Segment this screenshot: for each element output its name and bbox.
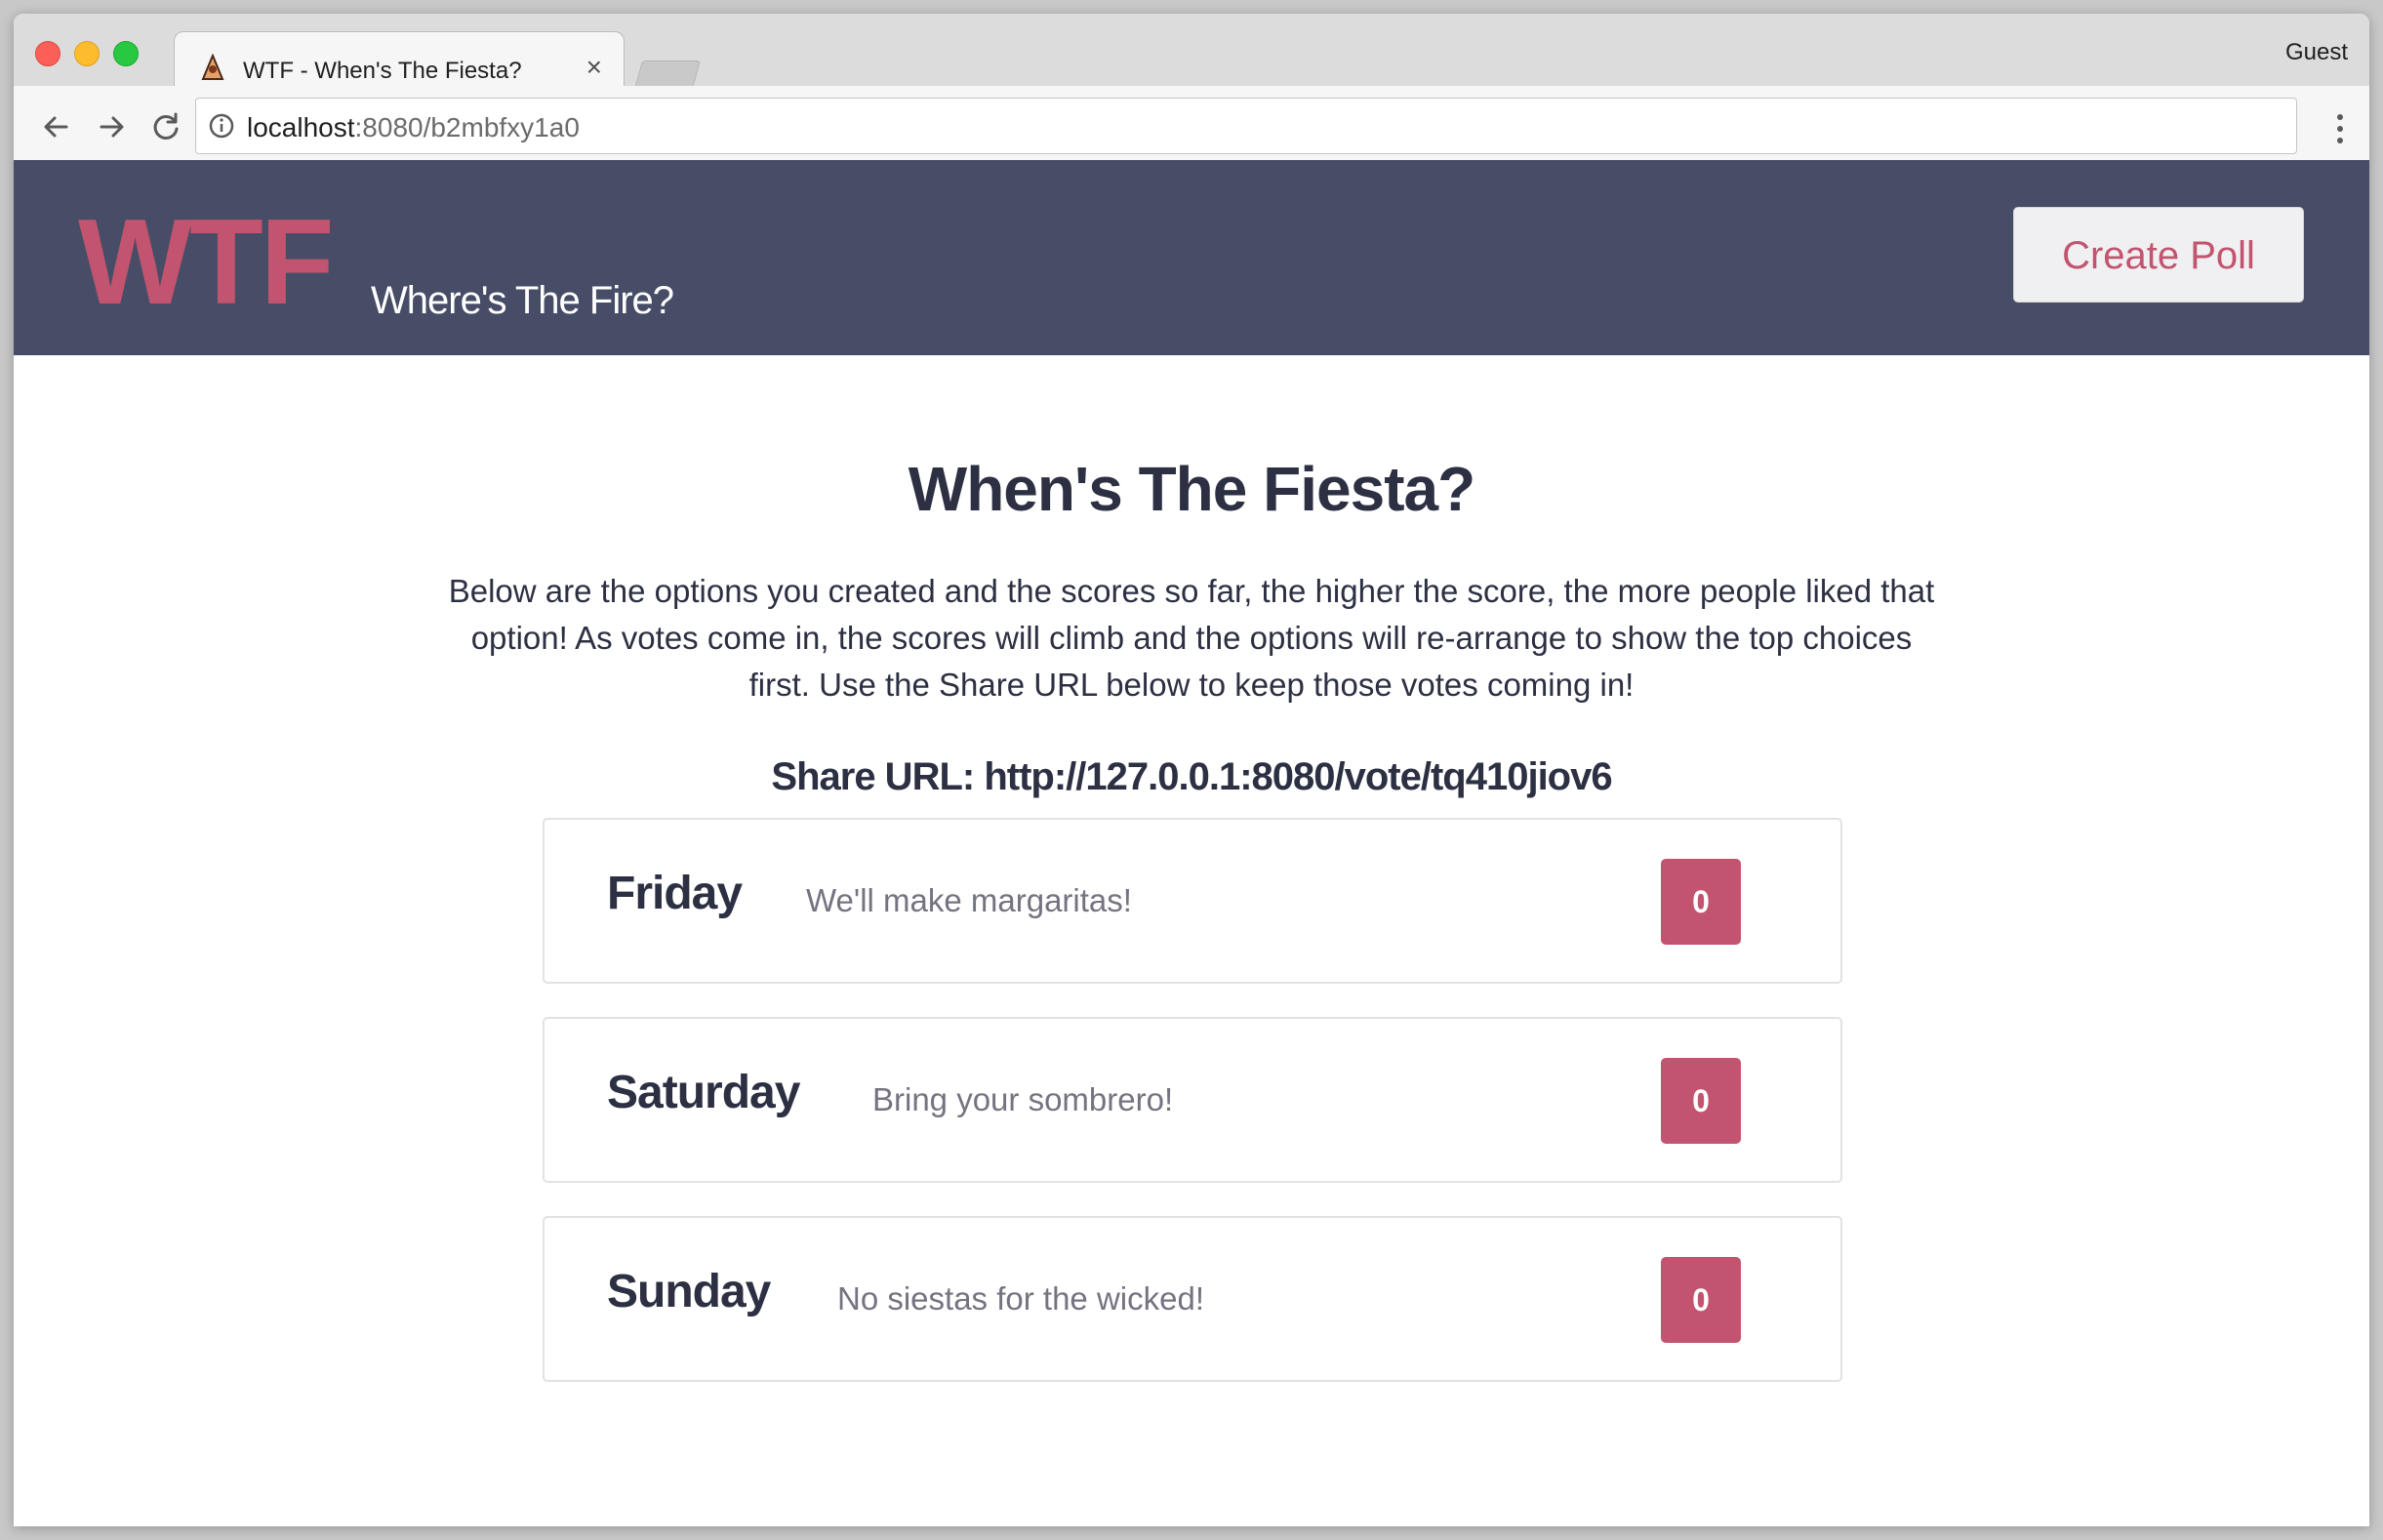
back-icon[interactable] (37, 107, 76, 146)
profile-button[interactable]: Guest (2285, 39, 2348, 66)
option-note: No siestas for the wicked! (837, 1280, 1204, 1317)
tagline: Where's The Fire? (371, 279, 674, 322)
site-header: WTF Where's The Fire? Create Poll (14, 160, 2369, 355)
share-url: Share URL: http://127.0.0.1:8080/vote/tq… (771, 755, 1612, 798)
page-title: When's The Fiesta? (908, 454, 1475, 524)
option-day: Sunday (607, 1266, 771, 1317)
favicon (201, 54, 224, 80)
info-icon[interactable] (208, 112, 235, 140)
score-badge: 0 (1661, 1257, 1741, 1343)
tab-strip: WTF - When's The Fiesta? × Guest (14, 14, 2369, 89)
maximize-window-button[interactable] (113, 41, 139, 66)
reload-icon[interactable] (146, 107, 185, 146)
option-note: We'll make margaritas! (806, 882, 1132, 918)
minimize-window-button[interactable] (74, 41, 100, 66)
url-path: :8080/b2mbfxy1a0 (354, 112, 580, 142)
intro-text: Below are the options you created and th… (448, 573, 1935, 703)
tab-active[interactable]: WTF - When's The Fiesta? × (174, 31, 625, 89)
forward-icon[interactable] (92, 107, 131, 146)
option-card-friday: Friday We'll make margaritas! 0 (543, 818, 1842, 984)
url-host: localhost (247, 112, 355, 142)
create-poll-button[interactable]: Create Poll (2013, 207, 2304, 303)
tab-title: WTF - When's The Fiesta? (243, 58, 522, 84)
option-card-sunday: Sunday No siestas for the wicked! 0 (543, 1216, 1842, 1382)
logo[interactable]: WTF (78, 202, 335, 323)
address-bar[interactable]: localhost:8080/b2mbfxy1a0 (195, 98, 2297, 154)
browser-window: WTF - When's The Fiesta? × Guest localho… (14, 14, 2369, 1526)
new-tab-button[interactable] (634, 61, 701, 89)
close-window-button[interactable] (35, 41, 61, 66)
score-badge: 0 (1661, 859, 1741, 945)
tab-close-icon[interactable]: × (586, 54, 602, 81)
menu-icon[interactable] (2330, 109, 2350, 148)
score-badge: 0 (1661, 1058, 1741, 1144)
url-text: localhost:8080/b2mbfxy1a0 (247, 112, 580, 143)
option-day: Saturday (607, 1067, 800, 1118)
option-card-saturday: Saturday Bring your sombrero! 0 (543, 1017, 1842, 1183)
option-day: Friday (607, 868, 743, 919)
option-note: Bring your sombrero! (872, 1081, 1174, 1117)
